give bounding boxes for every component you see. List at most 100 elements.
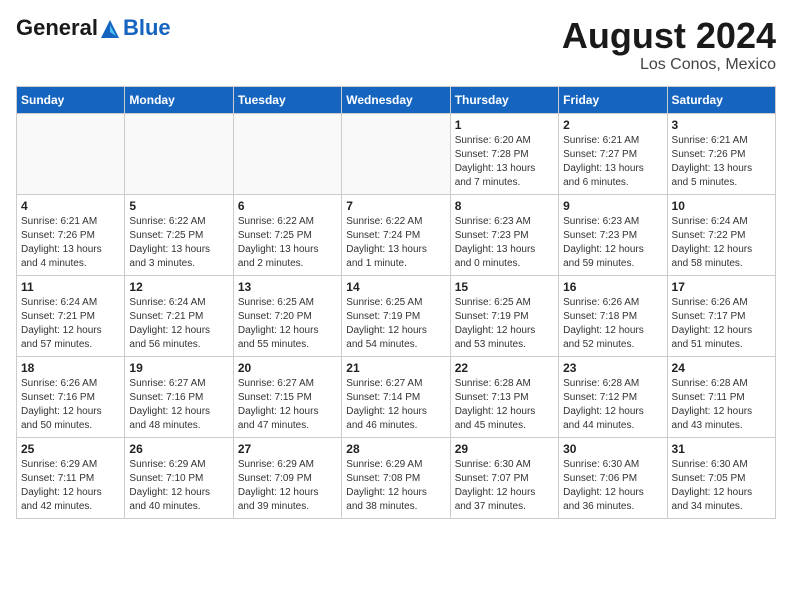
day-number: 4 xyxy=(21,199,120,213)
day-info: Sunrise: 6:26 AM Sunset: 7:17 PM Dayligh… xyxy=(672,296,771,352)
day-number: 3 xyxy=(672,118,771,132)
calendar-cell: 4 Sunrise: 6:21 AM Sunset: 7:26 PM Daylig… xyxy=(17,194,125,275)
calendar-cell: 14Sunrise: 6:25 AM Sunset: 7:19 PM Dayli… xyxy=(342,275,450,356)
day-info: Sunrise: 6:21 AM Sunset: 7:27 PM Dayligh… xyxy=(563,134,662,190)
calendar-cell: 31 Sunrise: 6:30 AM Sunset: 7:05 PM Dayli… xyxy=(667,437,775,518)
calendar-cell: 30 Sunrise: 6:30 AM Sunset: 7:06 PM Dayli… xyxy=(559,437,667,518)
day-info: Sunrise: 6:24 AM Sunset: 7:22 PM Dayligh… xyxy=(672,215,771,271)
day-number: 27 xyxy=(238,442,337,456)
calendar-cell: 17 Sunrise: 6:26 AM Sunset: 7:17 PM Dayli… xyxy=(667,275,775,356)
day-number: 24 xyxy=(672,361,771,375)
logo-blue: Blue xyxy=(123,16,171,40)
day-number: 22 xyxy=(455,361,554,375)
day-info: Sunrise: 6:22 AM Sunset: 7:25 PM Dayligh… xyxy=(129,215,228,271)
calendar-cell: 29 Sunrise: 6:30 AM Sunset: 7:07 PM Dayli… xyxy=(450,437,558,518)
calendar-cell: 6 Sunrise: 6:22 AM Sunset: 7:25 PM Daylig… xyxy=(233,194,341,275)
calendar-cell xyxy=(342,113,450,194)
day-number: 16 xyxy=(563,280,662,294)
calendar-cell: 12Sunrise: 6:24 AM Sunset: 7:21 PM Dayli… xyxy=(125,275,233,356)
day-info: Sunrise: 6:25 AM Sunset: 7:19 PM Dayligh… xyxy=(346,296,445,352)
day-number: 1 xyxy=(455,118,554,132)
day-info: Sunrise: 6:30 AM Sunset: 7:07 PM Dayligh… xyxy=(455,458,554,514)
main-title: August 2024 xyxy=(562,16,776,56)
day-info: Sunrise: 6:23 AM Sunset: 7:23 PM Dayligh… xyxy=(455,215,554,271)
day-number: 6 xyxy=(238,199,337,213)
day-info: Sunrise: 6:22 AM Sunset: 7:25 PM Dayligh… xyxy=(238,215,337,271)
day-number: 18 xyxy=(21,361,120,375)
calendar-cell: 16Sunrise: 6:26 AM Sunset: 7:18 PM Dayli… xyxy=(559,275,667,356)
day-info: Sunrise: 6:28 AM Sunset: 7:13 PM Dayligh… xyxy=(455,377,554,433)
calendar-header-friday: Friday xyxy=(559,86,667,113)
day-info: Sunrise: 6:27 AM Sunset: 7:16 PM Dayligh… xyxy=(129,377,228,433)
day-info: Sunrise: 6:25 AM Sunset: 7:19 PM Dayligh… xyxy=(455,296,554,352)
calendar-cell: 21 Sunrise: 6:27 AM Sunset: 7:14 PM Dayli… xyxy=(342,356,450,437)
calendar-cell: 5Sunrise: 6:22 AM Sunset: 7:25 PM Daylig… xyxy=(125,194,233,275)
day-number: 7 xyxy=(346,199,445,213)
calendar-week-3: 11Sunrise: 6:24 AM Sunset: 7:21 PM Dayli… xyxy=(17,275,776,356)
day-info: Sunrise: 6:29 AM Sunset: 7:08 PM Dayligh… xyxy=(346,458,445,514)
day-number: 8 xyxy=(455,199,554,213)
day-info: Sunrise: 6:22 AM Sunset: 7:24 PM Dayligh… xyxy=(346,215,445,271)
day-number: 21 xyxy=(346,361,445,375)
calendar-cell: 13Sunrise: 6:25 AM Sunset: 7:20 PM Dayli… xyxy=(233,275,341,356)
day-info: Sunrise: 6:29 AM Sunset: 7:09 PM Dayligh… xyxy=(238,458,337,514)
calendar-header-wednesday: Wednesday xyxy=(342,86,450,113)
calendar-cell: 7 Sunrise: 6:22 AM Sunset: 7:24 PM Daylig… xyxy=(342,194,450,275)
logo: General Blue xyxy=(16,16,171,40)
day-number: 15 xyxy=(455,280,554,294)
day-info: Sunrise: 6:21 AM Sunset: 7:26 PM Dayligh… xyxy=(21,215,120,271)
day-info: Sunrise: 6:27 AM Sunset: 7:14 PM Dayligh… xyxy=(346,377,445,433)
sub-title: Los Conos, Mexico xyxy=(562,56,776,74)
day-info: Sunrise: 6:24 AM Sunset: 7:21 PM Dayligh… xyxy=(21,296,120,352)
day-info: Sunrise: 6:28 AM Sunset: 7:12 PM Dayligh… xyxy=(563,377,662,433)
day-number: 28 xyxy=(346,442,445,456)
calendar-cell xyxy=(233,113,341,194)
calendar-cell: 11Sunrise: 6:24 AM Sunset: 7:21 PM Dayli… xyxy=(17,275,125,356)
calendar-week-2: 4 Sunrise: 6:21 AM Sunset: 7:26 PM Daylig… xyxy=(17,194,776,275)
logo-icon xyxy=(99,18,121,40)
calendar-week-5: 25Sunrise: 6:29 AM Sunset: 7:11 PM Dayli… xyxy=(17,437,776,518)
calendar-cell: 15 Sunrise: 6:25 AM Sunset: 7:19 PM Dayli… xyxy=(450,275,558,356)
calendar-header-saturday: Saturday xyxy=(667,86,775,113)
day-number: 13 xyxy=(238,280,337,294)
calendar-cell: 28 Sunrise: 6:29 AM Sunset: 7:08 PM Dayli… xyxy=(342,437,450,518)
day-info: Sunrise: 6:30 AM Sunset: 7:06 PM Dayligh… xyxy=(563,458,662,514)
calendar-cell: 20 Sunrise: 6:27 AM Sunset: 7:15 PM Dayli… xyxy=(233,356,341,437)
day-number: 10 xyxy=(672,199,771,213)
day-info: Sunrise: 6:27 AM Sunset: 7:15 PM Dayligh… xyxy=(238,377,337,433)
calendar-cell xyxy=(125,113,233,194)
day-number: 29 xyxy=(455,442,554,456)
calendar-header-tuesday: Tuesday xyxy=(233,86,341,113)
calendar-cell: 8 Sunrise: 6:23 AM Sunset: 7:23 PM Daylig… xyxy=(450,194,558,275)
day-number: 30 xyxy=(563,442,662,456)
day-info: Sunrise: 6:23 AM Sunset: 7:23 PM Dayligh… xyxy=(563,215,662,271)
calendar-cell xyxy=(17,113,125,194)
calendar-header-thursday: Thursday xyxy=(450,86,558,113)
calendar-cell: 25Sunrise: 6:29 AM Sunset: 7:11 PM Dayli… xyxy=(17,437,125,518)
calendar-cell: 9 Sunrise: 6:23 AM Sunset: 7:23 PM Daylig… xyxy=(559,194,667,275)
day-number: 19 xyxy=(129,361,228,375)
calendar-table: SundayMondayTuesdayWednesdayThursdayFrid… xyxy=(16,86,776,519)
calendar-cell: 19 Sunrise: 6:27 AM Sunset: 7:16 PM Dayli… xyxy=(125,356,233,437)
calendar-cell: 24 Sunrise: 6:28 AM Sunset: 7:11 PM Dayli… xyxy=(667,356,775,437)
day-number: 9 xyxy=(563,199,662,213)
calendar-header-sunday: Sunday xyxy=(17,86,125,113)
day-number: 25 xyxy=(21,442,120,456)
calendar-cell: 22 Sunrise: 6:28 AM Sunset: 7:13 PM Dayli… xyxy=(450,356,558,437)
title-block: August 2024 Los Conos, Mexico xyxy=(562,16,776,74)
day-info: Sunrise: 6:21 AM Sunset: 7:26 PM Dayligh… xyxy=(672,134,771,190)
day-number: 20 xyxy=(238,361,337,375)
day-number: 26 xyxy=(129,442,228,456)
calendar-cell: 10 Sunrise: 6:24 AM Sunset: 7:22 PM Dayli… xyxy=(667,194,775,275)
day-number: 17 xyxy=(672,280,771,294)
calendar-cell: 26 Sunrise: 6:29 AM Sunset: 7:10 PM Dayli… xyxy=(125,437,233,518)
calendar-week-1: 1Sunrise: 6:20 AM Sunset: 7:28 PM Daylig… xyxy=(17,113,776,194)
day-info: Sunrise: 6:29 AM Sunset: 7:10 PM Dayligh… xyxy=(129,458,228,514)
calendar-cell: 23Sunrise: 6:28 AM Sunset: 7:12 PM Dayli… xyxy=(559,356,667,437)
day-info: Sunrise: 6:30 AM Sunset: 7:05 PM Dayligh… xyxy=(672,458,771,514)
calendar-header-row: SundayMondayTuesdayWednesdayThursdayFrid… xyxy=(17,86,776,113)
day-info: Sunrise: 6:28 AM Sunset: 7:11 PM Dayligh… xyxy=(672,377,771,433)
day-number: 31 xyxy=(672,442,771,456)
calendar-cell: 2Sunrise: 6:21 AM Sunset: 7:27 PM Daylig… xyxy=(559,113,667,194)
day-info: Sunrise: 6:24 AM Sunset: 7:21 PM Dayligh… xyxy=(129,296,228,352)
